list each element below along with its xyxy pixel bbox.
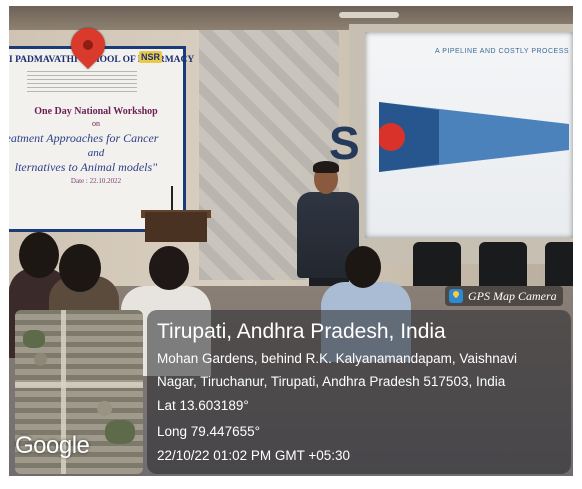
- banner-logo: NSR: [139, 51, 163, 63]
- google-logo: Google: [15, 432, 90, 459]
- banner-school-name: I PADMAVATHI SCHOOL OF PHARMACY: [9, 55, 195, 65]
- audience-head: [345, 246, 381, 288]
- latitude: Lat 13.603189°: [157, 398, 249, 413]
- map-pin-dot: [83, 40, 93, 50]
- audience-head: [149, 246, 189, 290]
- gps-app-name: GPS Map Camera: [468, 288, 557, 303]
- banner-on: on: [92, 119, 100, 128]
- map-green-area: [105, 420, 135, 444]
- map-green-area: [23, 330, 45, 348]
- banner-and: and: [87, 147, 105, 159]
- longitude: Long 79.447655°: [157, 424, 260, 439]
- photo-frame: A PIPELINE AND COSTLY PROCESS S I PADMAV…: [9, 6, 573, 476]
- banner-date: Date : 22.10.2022: [70, 177, 122, 185]
- projection-screen: A PIPELINE AND COSTLY PROCESS: [365, 32, 573, 238]
- address-line-2: Nagar, Tiruchanur, Tirupati, Andhra Prad…: [157, 374, 506, 389]
- timestamp: 22/10/22 01:02 PM GMT +05:30: [157, 448, 351, 463]
- microphone-stand: [171, 186, 173, 212]
- location-city: Tirupati, Andhra Pradesh, India: [157, 320, 446, 343]
- address-line-1: Mohan Gardens, behind R.K. Kalyanamandap…: [157, 351, 517, 366]
- gps-map-camera-badge: GPS Map Camera: [445, 286, 563, 306]
- ceiling-fan: [339, 12, 399, 18]
- map-road: [15, 382, 143, 388]
- banner-topic-2: lternatives to Animal models": [14, 160, 158, 174]
- podium: [145, 212, 207, 242]
- banner-fine-print: [27, 71, 137, 95]
- banner-workshop-title: One Day National Workshop: [34, 106, 158, 117]
- banner-topic-1: eatment Approaches for Cancer: [9, 131, 159, 145]
- workshop-banner: I PADMAVATHI SCHOOL OF PHARMACY NSR One …: [9, 46, 194, 232]
- speaker-hair: [313, 161, 339, 173]
- audience-head: [59, 244, 101, 292]
- slide-title: A PIPELINE AND COSTLY PROCESS: [435, 48, 570, 55]
- audience-head: [19, 232, 59, 278]
- slide-funnel-graphic: [379, 102, 569, 172]
- gps-app-icon: [449, 289, 463, 303]
